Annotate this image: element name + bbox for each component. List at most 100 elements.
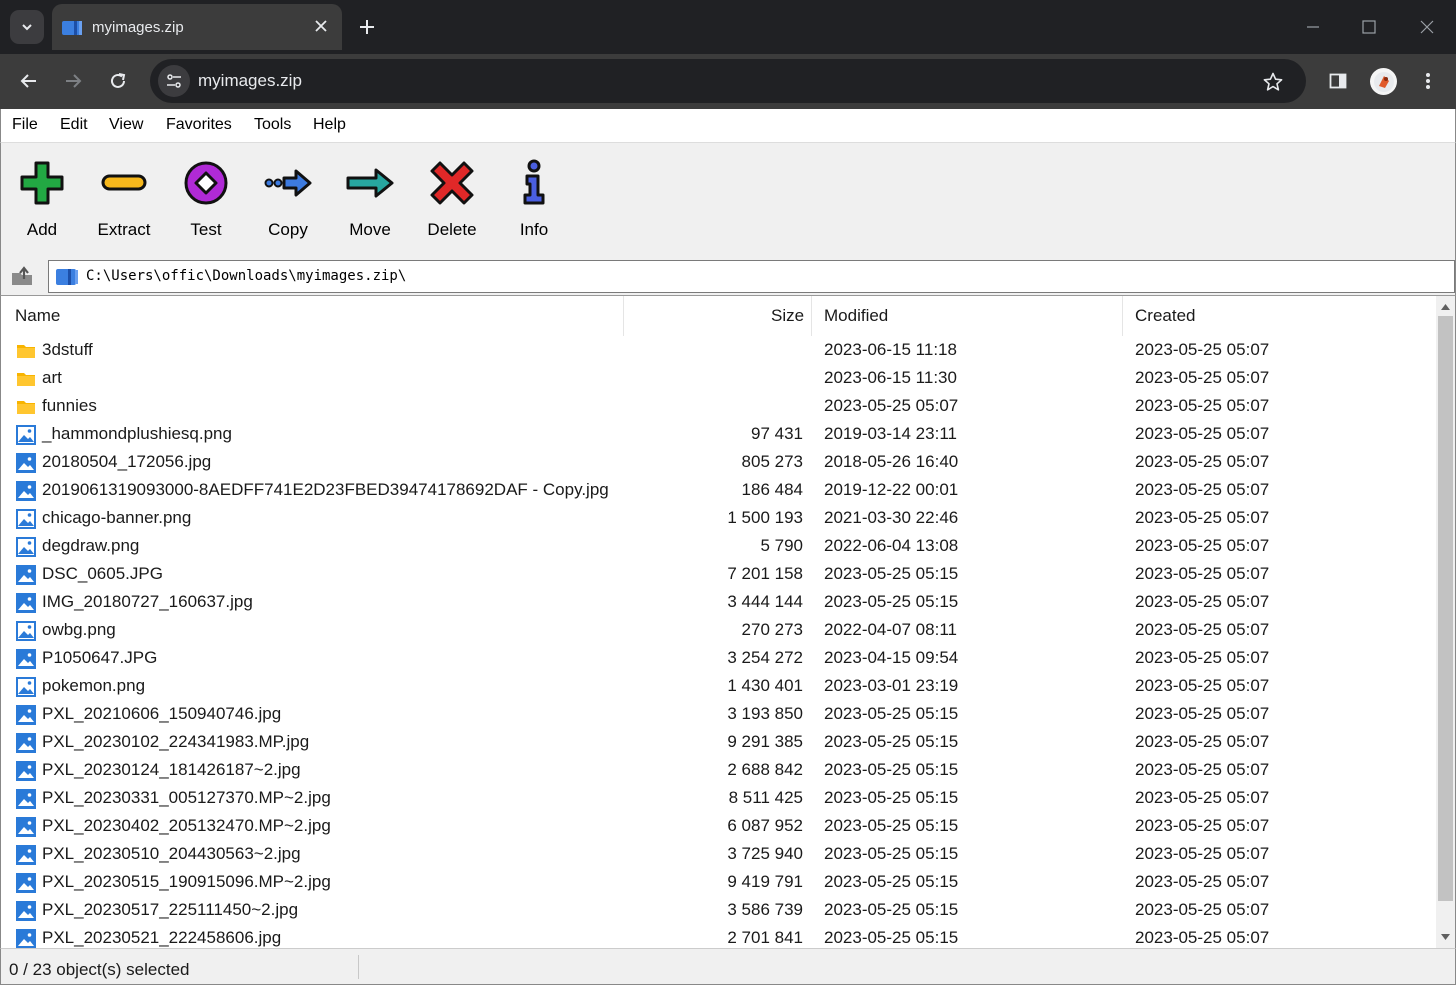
browser-menu-button[interactable]	[1411, 64, 1445, 98]
menu-bar: File Edit View Favorites Tools Help	[0, 109, 1456, 142]
file-row[interactable]: 2019061319093000-8AEDFF741E2D23FBED39474…	[1, 476, 1436, 504]
file-row[interactable]: PXL_20230102_224341983.MP.jpg 9 291 385 20…	[1, 728, 1436, 756]
column-divider[interactable]	[623, 296, 624, 336]
browser-tab[interactable]: myimages.zip	[52, 4, 342, 50]
file-row[interactable]: art 2023-06-15 11:30 2023-05-25 05:07	[1, 364, 1436, 392]
file-row[interactable]: P1050647.JPG 3 254 272 2023-04-15 09:54 202…	[1, 644, 1436, 672]
file-size: 2 688 842	[727, 760, 803, 779]
file-modified: 2023-06-15 11:18	[824, 340, 957, 359]
file-list-header: Name Size Modified Created	[1, 296, 1436, 336]
file-created: 2023-05-25 05:07	[1135, 368, 1270, 387]
file-size: 805 273	[741, 452, 803, 471]
file-created: 2023-05-25 05:07	[1135, 480, 1270, 499]
close-icon	[1420, 20, 1434, 34]
file-row[interactable]: PXL_20230331_005127370.MP~2.jpg 8 511 425…	[1, 784, 1436, 812]
file-row[interactable]: PXL_20230521_222458606.jpg 2 701 841 2023-…	[1, 924, 1436, 948]
path-bar: C:\Users\offic\Downloads\myimages.zip\	[0, 258, 1456, 295]
menu-edit[interactable]: Edit	[60, 116, 88, 134]
file-created: 2023-05-25 05:07	[1135, 648, 1270, 667]
copy-button[interactable]: Copy	[247, 143, 329, 253]
address-omnibox[interactable]: myimages.zip	[150, 59, 1306, 103]
file-modified: 2018-05-26 16:40	[824, 452, 959, 471]
menu-file[interactable]: File	[12, 116, 38, 134]
tune-icon	[167, 74, 181, 88]
file-row[interactable]: chicago-banner.png 1 500 193 2021-03-30 22…	[1, 504, 1436, 532]
file-modified: 2023-04-15 09:54	[824, 648, 959, 667]
delete-label: Delete	[427, 220, 477, 239]
maximize-button[interactable]	[1354, 12, 1384, 42]
column-divider[interactable]	[1122, 296, 1123, 336]
column-header-created[interactable]: Created	[1135, 306, 1195, 326]
file-row[interactable]: 20180504_172056.jpg 805 273 2018-05-26 16:…	[1, 448, 1436, 476]
vertical-scrollbar[interactable]	[1436, 296, 1455, 948]
file-created: 2023-05-25 05:07	[1135, 536, 1270, 555]
extract-button[interactable]: Extract	[83, 143, 165, 253]
scroll-up-button[interactable]	[1436, 298, 1455, 315]
menu-favorites[interactable]: Favorites	[166, 116, 232, 134]
window-close-button[interactable]	[1412, 12, 1442, 42]
column-header-modified[interactable]: Modified	[824, 306, 888, 326]
profile-avatar[interactable]	[1370, 68, 1397, 95]
tab-search-button[interactable]	[10, 10, 44, 44]
file-row[interactable]: PXL_20230510_204430563~2.jpg 3 725 940 202…	[1, 840, 1436, 868]
file-row[interactable]: PXL_20210606_150940746.jpg 3 193 850 2023-…	[1, 700, 1436, 728]
file-name: PXL_20230102_224341983.MP.jpg	[42, 732, 310, 751]
site-info-button[interactable]	[158, 65, 190, 97]
menu-view[interactable]: View	[109, 116, 143, 134]
file-row[interactable]: DSC_0605.JPG 7 201 158 2023-05-25 05:15 202…	[1, 560, 1436, 588]
file-created: 2023-05-25 05:07	[1135, 760, 1270, 779]
file-modified: 2023-06-15 11:30	[824, 368, 957, 387]
file-row[interactable]: IMG_20180727_160637.jpg 3 444 144 2023-05-…	[1, 588, 1436, 616]
file-created: 2023-05-25 05:07	[1135, 452, 1270, 471]
file-created: 2023-05-25 05:07	[1135, 900, 1270, 919]
image-file-icon	[16, 705, 36, 725]
file-row[interactable]: PXL_20230517_225111450~2.jpg 3 586 739 202…	[1, 896, 1436, 924]
file-name: PXL_20230510_204430563~2.jpg	[42, 844, 301, 863]
move-button[interactable]: Move	[329, 143, 411, 253]
column-header-size[interactable]: Size	[771, 306, 804, 326]
status-divider	[358, 955, 359, 979]
reload-button[interactable]	[101, 64, 135, 98]
file-modified: 2023-05-25 05:15	[824, 816, 959, 835]
file-row[interactable]: degdraw.png 5 790 2022-06-04 13:08 2023-05-…	[1, 532, 1436, 560]
new-tab-button[interactable]	[354, 14, 380, 40]
minimize-button[interactable]	[1298, 12, 1328, 42]
minimize-icon	[1307, 26, 1319, 28]
forward-button[interactable]	[56, 64, 90, 98]
add-button[interactable]: Add	[1, 143, 83, 253]
file-row[interactable]: PXL_20230402_205132470.MP~2.jpg 6 087 952…	[1, 812, 1436, 840]
file-size: 1 500 193	[727, 508, 803, 527]
tab-close-button[interactable]	[312, 17, 330, 35]
bookmark-star-button[interactable]	[1260, 69, 1286, 95]
file-row[interactable]: PXL_20230124_181426187~2.jpg 2 688 842 202…	[1, 756, 1436, 784]
folder-icon	[17, 345, 35, 358]
file-row[interactable]: owbg.png 270 273 2022-04-07 08:11 2023-05-2…	[1, 616, 1436, 644]
file-name: PXL_20230331_005127370.MP~2.jpg	[42, 788, 331, 807]
path-field[interactable]: C:\Users\offic\Downloads\myimages.zip\	[48, 260, 1455, 293]
file-name: DSC_0605.JPG	[42, 564, 163, 583]
scroll-down-button[interactable]	[1436, 928, 1455, 945]
file-row[interactable]: funnies 2023-05-25 05:07 2023-05-25 05:07	[1, 392, 1436, 420]
file-created: 2023-05-25 05:07	[1135, 872, 1270, 891]
back-button[interactable]	[12, 64, 46, 98]
test-icon	[184, 161, 228, 205]
menu-help[interactable]: Help	[313, 116, 346, 134]
add-icon	[20, 161, 64, 205]
menu-tools[interactable]: Tools	[254, 116, 291, 134]
delete-button[interactable]: Delete	[411, 143, 493, 253]
folder-icon	[17, 401, 35, 414]
tab-title: myimages.zip	[92, 19, 184, 36]
column-header-name[interactable]: Name	[15, 306, 60, 326]
test-button[interactable]: Test	[165, 143, 247, 253]
side-panel-button[interactable]	[1321, 64, 1355, 98]
folder-up-button[interactable]	[5, 262, 39, 290]
file-name: owbg.png	[42, 620, 116, 639]
file-row[interactable]: PXL_20230515_190915096.MP~2.jpg 9 419 791…	[1, 868, 1436, 896]
info-button[interactable]: Info	[493, 143, 575, 253]
file-row[interactable]: 3dstuff 2023-06-15 11:18 2023-05-25 05:07	[1, 336, 1436, 364]
scrollbar-thumb[interactable]	[1438, 316, 1453, 901]
column-divider[interactable]	[811, 296, 812, 336]
file-row[interactable]: pokemon.png 1 430 401 2023-03-01 23:19 2023…	[1, 672, 1436, 700]
file-size: 97 431	[751, 424, 803, 443]
file-row[interactable]: _hammondplushiesq.png 97 431 2019-03-14 23…	[1, 420, 1436, 448]
